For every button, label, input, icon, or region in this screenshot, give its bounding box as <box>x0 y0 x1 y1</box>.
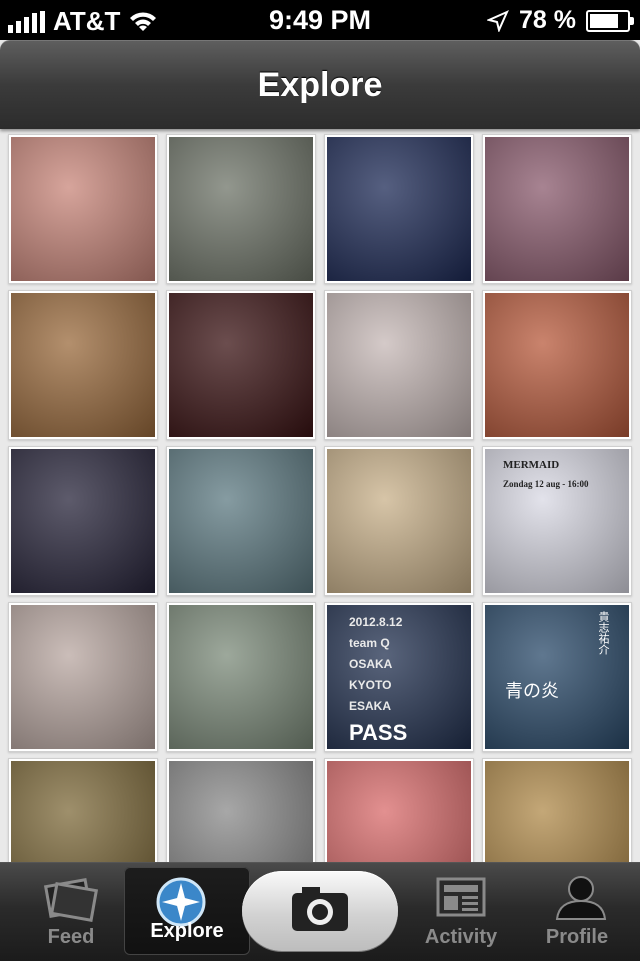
photo-image <box>11 761 155 862</box>
photo-thumbnail[interactable] <box>8 758 158 862</box>
photo-text: team Q <box>349 636 390 650</box>
photo-text: KYOTO <box>349 678 392 692</box>
tab-profile[interactable]: Profile <box>514 863 640 961</box>
photo-thumbnail[interactable] <box>482 758 632 862</box>
photo-thumbnail[interactable] <box>166 758 316 862</box>
photo-thumbnail[interactable] <box>166 134 316 284</box>
tab-activity[interactable]: Activity <box>398 863 524 961</box>
tab-profile-label: Profile <box>545 926 609 948</box>
photo-text: Zondag 12 aug - 16:00 <box>503 479 589 489</box>
photo-image <box>11 449 155 593</box>
profile-icon <box>555 876 607 920</box>
camera-icon <box>292 887 348 931</box>
photo-image: 貴志祐介青の炎 <box>485 605 629 749</box>
photo-thumbnail[interactable] <box>8 290 158 440</box>
tab-feed[interactable]: Feed <box>8 863 134 961</box>
photo-image <box>327 137 471 281</box>
photo-image <box>11 605 155 749</box>
tab-explore-label: Explore <box>150 920 224 942</box>
photo-thumbnail[interactable] <box>482 290 632 440</box>
photo-thumbnail[interactable] <box>166 290 316 440</box>
photo-thumbnail[interactable]: 2012.8.12 team Q OSAKA KYOTO ESAKA PASS <box>324 602 474 752</box>
photo-thumbnail[interactable]: 貴志祐介青の炎 <box>482 602 632 752</box>
photo-thumbnail[interactable] <box>166 446 316 596</box>
tab-activity-label: Activity <box>424 926 498 948</box>
photo-image <box>485 137 629 281</box>
battery-icon <box>586 9 634 32</box>
photo-thumbnail[interactable] <box>482 134 632 284</box>
photo-image <box>169 137 313 281</box>
photo-image <box>11 293 155 437</box>
photo-text: 2012.8.12 <box>349 615 403 629</box>
photo-image: 2012.8.12 team Q OSAKA KYOTO ESAKA PASS <box>327 605 471 749</box>
photo-text: PASS <box>349 720 408 745</box>
location-arrow-icon <box>487 9 509 32</box>
photo-thumbnail[interactable] <box>166 602 316 752</box>
photo-image <box>169 761 313 862</box>
feed-icon <box>43 878 99 922</box>
photo-image <box>169 605 313 749</box>
photo-image <box>485 761 629 862</box>
photo-text: 貴志祐介 <box>597 611 610 655</box>
battery-percent: 78 % <box>519 6 576 34</box>
photo-image <box>327 761 471 862</box>
photo-thumbnail[interactable] <box>324 446 474 596</box>
photo-thumbnail[interactable] <box>8 134 158 284</box>
photo-text: 青の炎 <box>505 681 559 702</box>
photo-image <box>485 293 629 437</box>
photo-image <box>327 293 471 437</box>
photo-image <box>169 449 313 593</box>
photo-thumbnail[interactable] <box>324 290 474 440</box>
battery-level <box>590 13 619 28</box>
photo-thumbnail[interactable] <box>324 134 474 284</box>
photo-thumbnail[interactable] <box>8 446 158 596</box>
photo-image <box>169 293 313 437</box>
status-bar: AT&T 9:49 PM 78 % <box>0 0 640 40</box>
status-right: 78 % <box>487 6 634 35</box>
photo-text: OSAKA <box>349 657 393 671</box>
photo-image <box>11 137 155 281</box>
photo-image <box>327 449 471 593</box>
photo-thumbnail[interactable] <box>324 758 474 862</box>
nav-bar: Explore <box>0 40 640 129</box>
camera-button[interactable] <box>242 871 398 951</box>
photo-grid[interactable]: MERMAID Zondag 12 aug - 16:00 2012.8.12 tea… <box>0 128 640 862</box>
tab-bar: Feed Explore Activity Profile <box>0 862 640 961</box>
tab-explore[interactable]: Explore <box>124 867 250 955</box>
page-title: Explore <box>257 66 383 104</box>
photo-thumbnail[interactable] <box>8 602 158 752</box>
photo-text: MERMAID <box>503 459 560 471</box>
activity-icon <box>436 877 486 917</box>
photo-thumbnail[interactable]: MERMAID Zondag 12 aug - 16:00 <box>482 446 632 596</box>
tab-feed-label: Feed <box>47 926 95 948</box>
photo-image: MERMAID Zondag 12 aug - 16:00 <box>485 449 629 593</box>
photo-text: ESAKA <box>349 699 392 713</box>
